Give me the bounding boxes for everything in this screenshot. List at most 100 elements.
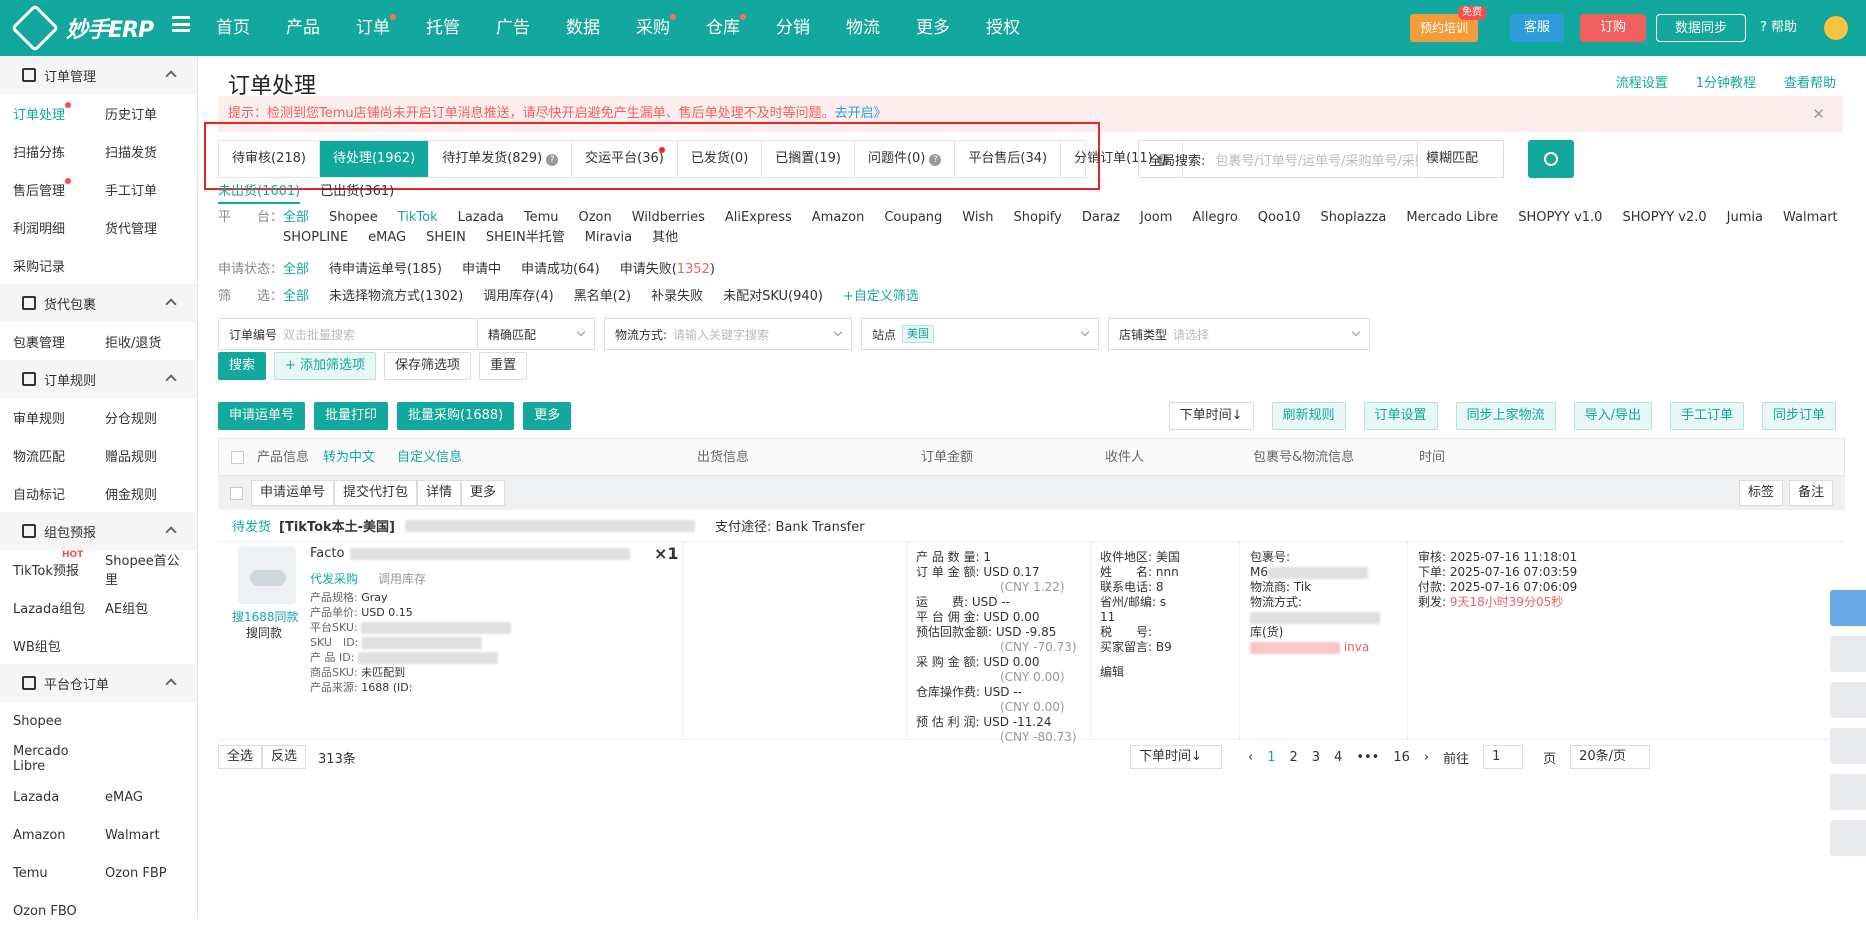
sidebar-item[interactable]: Shopee bbox=[0, 714, 92, 729]
sidebar-item[interactable]: 售后管理 bbox=[0, 177, 92, 199]
platform-option[interactable]: 其他 bbox=[652, 228, 678, 248]
sidebar-item[interactable]: 手工订单 bbox=[92, 180, 184, 199]
sidebar-item[interactable]: Ozon FBO bbox=[0, 904, 92, 919]
nav-item[interactable]: 产品 bbox=[286, 0, 320, 56]
platform-option[interactable]: Allegro bbox=[1192, 208, 1237, 228]
platform-option[interactable]: SHOPLINE bbox=[283, 228, 348, 248]
status-tab[interactable]: 问题件(0)? bbox=[855, 141, 956, 177]
global-search-input[interactable]: 包裹号/订单号/运单号/采购单号/采购物流单号 bbox=[1215, 150, 1417, 169]
platform-option[interactable]: Daraz bbox=[1082, 208, 1120, 228]
toolbar-button[interactable]: 批量打印 bbox=[314, 402, 389, 430]
row-checkbox[interactable] bbox=[230, 486, 243, 500]
avatar[interactable] bbox=[1824, 16, 1848, 40]
toolbar-button[interactable]: 同步上家物流 bbox=[1455, 402, 1556, 430]
match-mode-select[interactable]: 模糊匹配 bbox=[1417, 141, 1503, 177]
platform-option[interactable]: Shopify bbox=[1014, 208, 1062, 228]
ship-subtab[interactable]: 已出货(361) bbox=[320, 180, 394, 204]
sort-select[interactable]: 下单时间↓ bbox=[1130, 745, 1222, 769]
customer-service-button[interactable]: 客服 bbox=[1510, 14, 1564, 42]
refresh-icon[interactable] bbox=[1830, 774, 1866, 810]
menu-toggle-icon[interactable] bbox=[172, 16, 190, 32]
status-tab[interactable]: 待处理(1962) bbox=[319, 141, 430, 177]
page-number[interactable]: 1 bbox=[1267, 750, 1275, 765]
sidebar-item[interactable]: Mercado Libre bbox=[0, 744, 92, 774]
sidebar-group[interactable]: 组包预报 bbox=[0, 512, 197, 550]
store-type-select[interactable]: 店铺类型 请选择 bbox=[1108, 318, 1370, 350]
custom-info-link[interactable]: 自定义信息 bbox=[397, 439, 462, 477]
save-filter-button[interactable]: 保存筛选项 bbox=[384, 352, 472, 380]
platform-option[interactable]: Joom bbox=[1140, 208, 1172, 228]
platform-option[interactable]: Amazon bbox=[812, 208, 865, 228]
status-tab[interactable]: 交运平台(36) bbox=[572, 141, 678, 177]
page-number[interactable]: 16 bbox=[1393, 750, 1410, 765]
filter-option[interactable]: 补录失败 bbox=[651, 287, 703, 307]
goto-input[interactable]: 1 bbox=[1483, 745, 1524, 769]
order-no-input[interactable]: 双击批量搜索 bbox=[283, 326, 355, 343]
match-select[interactable]: 精确匹配 bbox=[477, 318, 595, 350]
toolbar-button[interactable]: 下单时间↓ bbox=[1168, 402, 1254, 430]
add-filter-button[interactable]: + 添加筛选项 bbox=[274, 352, 377, 380]
enable-push-link[interactable]: 去开启》 bbox=[835, 106, 887, 121]
sidebar-item[interactable]: 审单规则 bbox=[0, 408, 92, 427]
sidebar-item[interactable]: Walmart bbox=[92, 828, 184, 843]
sidebar-group[interactable]: 货代包裹 bbox=[0, 284, 197, 322]
platform-option[interactable]: TikTok bbox=[398, 208, 438, 228]
select-all-button[interactable]: 全选 bbox=[218, 745, 263, 769]
page-number[interactable]: 4 bbox=[1334, 750, 1342, 765]
select-all-checkbox[interactable] bbox=[231, 451, 244, 464]
dropship-purchase-link[interactable]: 代发采购 调用库存 bbox=[310, 570, 426, 587]
page-number[interactable]: 2 bbox=[1289, 750, 1297, 765]
nav-item[interactable]: 广告 bbox=[496, 0, 530, 56]
filter-option[interactable]: +自定义筛选 bbox=[843, 287, 919, 307]
toolbar-button[interactable]: 导入/导出 bbox=[1573, 402, 1652, 430]
toolbar-button[interactable]: 手工订单 bbox=[1669, 402, 1744, 430]
sidebar-item[interactable]: Lazada bbox=[0, 790, 92, 805]
prev-icon[interactable]: ‹ bbox=[1248, 750, 1253, 765]
translate-icon[interactable] bbox=[1830, 590, 1866, 626]
ship-subtab[interactable]: 未出货(1601) bbox=[218, 180, 301, 204]
nav-item[interactable]: 授权 bbox=[986, 0, 1020, 56]
search-1688-link[interactable]: 搜1688同款 bbox=[232, 608, 299, 625]
platform-option[interactable]: Lazada bbox=[458, 208, 504, 228]
sidebar-item[interactable]: eMAG bbox=[92, 790, 184, 805]
status-tab[interactable]: 已发货(0) bbox=[678, 141, 763, 177]
nav-item[interactable]: 数据 bbox=[566, 0, 600, 56]
page-number[interactable]: ••• bbox=[1356, 750, 1379, 765]
site-select[interactable]: 站点 美国 bbox=[861, 318, 1099, 350]
next-icon[interactable]: › bbox=[1424, 750, 1429, 765]
platform-option[interactable]: Wildberries bbox=[632, 208, 705, 228]
translate-link[interactable]: 转为中文 bbox=[323, 439, 375, 477]
more-button[interactable]: 更多 bbox=[461, 480, 506, 506]
header-link[interactable]: 1分钟教程 bbox=[1696, 72, 1756, 91]
nav-item[interactable]: 分销 bbox=[776, 0, 810, 56]
reset-button[interactable]: 重置 bbox=[479, 352, 528, 380]
sidebar-item[interactable]: AE组包 bbox=[92, 598, 184, 617]
close-icon[interactable]: ✕ bbox=[1812, 96, 1825, 132]
platform-option[interactable]: Wish bbox=[962, 208, 993, 228]
nav-item[interactable]: 订单 bbox=[356, 0, 396, 56]
subscribe-button[interactable]: 订购 bbox=[1580, 14, 1646, 42]
platform-option[interactable]: Coupang bbox=[884, 208, 942, 228]
sidebar-item[interactable]: 利润明细 bbox=[0, 218, 92, 237]
page-size-select[interactable]: 20条/页 bbox=[1570, 745, 1651, 769]
sidebar-item[interactable]: 货代管理 bbox=[92, 218, 184, 237]
toolbar-button[interactable]: 订单设置 bbox=[1363, 402, 1438, 430]
platform-option[interactable]: SHEIN bbox=[426, 228, 466, 248]
toolbar-button[interactable]: 更多 bbox=[523, 402, 572, 430]
platform-option[interactable]: Shopee bbox=[329, 208, 378, 228]
search-same-link[interactable]: 搜同款 bbox=[246, 624, 282, 641]
sidebar-item[interactable]: Lazada组包 bbox=[0, 598, 92, 617]
ship-method-input[interactable]: 请输入关键字搜索 bbox=[673, 326, 769, 343]
sidebar-item[interactable]: TikTok预报 HOT bbox=[0, 550, 92, 579]
training-button[interactable]: 预约培训 免费 bbox=[1410, 6, 1486, 42]
sidebar-item[interactable]: WB组包 bbox=[0, 636, 92, 655]
back-to-top-icon[interactable] bbox=[1830, 820, 1866, 856]
logo[interactable]: 妙手ERP bbox=[10, 3, 154, 53]
filter-option[interactable]: 调用库存(4) bbox=[483, 287, 553, 307]
nav-item[interactable]: 托管 bbox=[426, 0, 460, 56]
nav-item[interactable]: 物流 bbox=[846, 0, 880, 56]
nav-item[interactable]: 更多 bbox=[916, 0, 950, 56]
mobile-icon[interactable] bbox=[1830, 682, 1866, 718]
detail-button[interactable]: 详情 bbox=[417, 480, 462, 506]
product-name[interactable]: Facto bbox=[310, 546, 631, 561]
